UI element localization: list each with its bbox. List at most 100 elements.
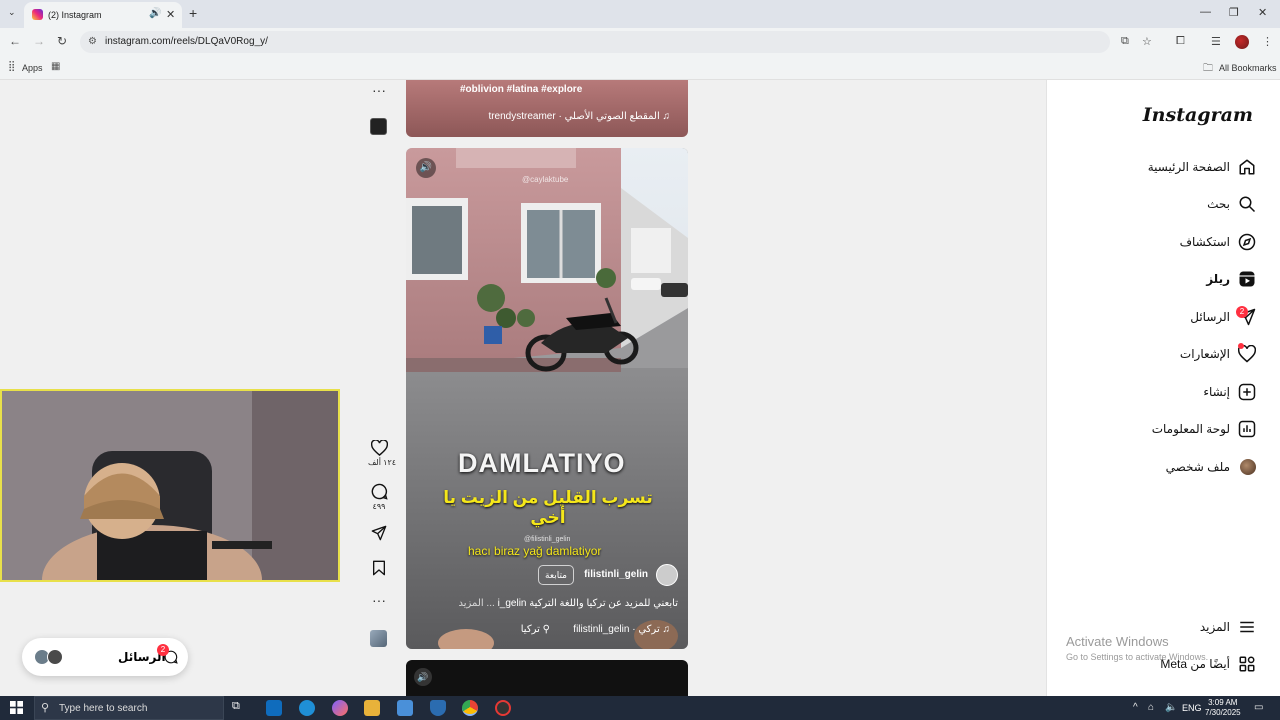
activate-windows-subtitle: Go to Settings to activate Windows. — [1066, 652, 1209, 662]
like-action[interactable]: ١٢٤ ألف — [368, 440, 397, 467]
tab-audio-icon[interactable]: 🔊 — [149, 8, 161, 19]
extensions-icon[interactable]: ⧠ — [1176, 35, 1185, 48]
reel-location[interactable]: ⚲ تركيا — [521, 624, 550, 635]
follow-button[interactable]: متابعة — [538, 565, 574, 585]
bookmark-icon[interactable] — [372, 560, 386, 576]
reading-list-icon[interactable]: ☰ — [1211, 35, 1221, 48]
dashboard-icon — [1238, 420, 1256, 438]
heart-icon[interactable] — [370, 440, 388, 456]
audio-thumbnail[interactable] — [370, 118, 387, 135]
obs-icon[interactable] — [495, 700, 511, 716]
sidebar-item-dashboard[interactable]: لوحة المعلومات — [1056, 418, 1256, 442]
notification-dot — [1238, 343, 1244, 349]
new-tab-button[interactable]: + — [189, 5, 197, 21]
volume-icon[interactable]: 🔈 — [1165, 702, 1177, 713]
sidebar-item-label: المزيد — [1199, 620, 1230, 634]
comment-count: ٤٩٩ — [372, 502, 386, 511]
clock[interactable]: 3:09 AM 7/30/2025 — [1205, 698, 1241, 718]
sidebar-item-messages[interactable]: 2 الرسائل — [1056, 306, 1256, 330]
mute-toggle-icon[interactable]: 🔊 — [416, 158, 436, 178]
clock-date: 7/30/2025 — [1205, 708, 1241, 717]
conversation-avatar — [47, 649, 63, 665]
restore-icon[interactable]: ❐ — [1229, 6, 1239, 19]
instagram-favicon-icon — [32, 9, 43, 20]
bookmark-apps[interactable]: Apps — [22, 63, 43, 73]
webcam-image — [2, 391, 338, 580]
messages-pill[interactable]: الرسائل 2 — [22, 638, 188, 676]
sidebar-item-home[interactable]: الصفحة الرئيسية — [1056, 156, 1256, 180]
video-overlay-title: DAMLATIYO — [458, 448, 626, 478]
reel-next[interactable]: 🔊 — [406, 660, 688, 696]
sidebar-item-profile[interactable]: ملف شخصي — [1056, 456, 1256, 480]
copilot-icon[interactable] — [332, 700, 348, 716]
store-icon[interactable] — [397, 700, 413, 716]
sidebar-item-notifications[interactable]: الإشعارات — [1056, 343, 1256, 367]
url-text[interactable]: instagram.com/reels/DLQaV0Rog_y/ — [105, 36, 268, 47]
tab-instagram[interactable]: (2) Instagram 🔊 ✕ — [24, 2, 182, 28]
chrome-menu-icon[interactable]: ⋮ — [1262, 35, 1273, 48]
edge-icon[interactable] — [299, 700, 315, 716]
tab-close-icon[interactable]: ✕ — [166, 8, 175, 21]
task-view-icon[interactable]: ⧉ — [232, 700, 248, 716]
language-indicator[interactable]: ENG — [1182, 703, 1202, 713]
location-text: تركيا — [520, 624, 540, 635]
back-icon[interactable]: ← — [9, 34, 21, 48]
reel-more-icon[interactable]: ··· — [368, 592, 390, 608]
sidebar-item-label: الإشعارات — [1179, 347, 1230, 361]
bookmarks-bar: ⣿ Apps ▦ 🗀 All Bookmarks — [0, 56, 1280, 80]
mute-toggle-icon[interactable]: 🔊 — [414, 668, 432, 686]
reload-icon[interactable]: ↻ — [57, 34, 67, 48]
home-icon — [1239, 159, 1255, 175]
network-icon[interactable]: ⌂ — [1148, 702, 1154, 713]
profile-avatar — [1240, 459, 1256, 475]
windows-start-icon[interactable] — [10, 701, 23, 714]
apps-grid-icon — [1239, 656, 1255, 672]
author-avatar[interactable] — [656, 564, 678, 586]
site-info-icon[interactable]: ⚙ — [88, 36, 97, 47]
outlook-icon[interactable] — [266, 700, 282, 716]
share-icon[interactable] — [371, 525, 387, 541]
reel-hashtags[interactable]: #oblivion #latina #explore — [460, 84, 582, 95]
sidebar-nav: Instagram الصفحة الرئيسية بحث استكشاف ري… — [1046, 80, 1280, 696]
sidebar-item-create[interactable]: إنشاء — [1056, 381, 1256, 405]
reel-current[interactable]: 🔊 @caylaktube DAMLATIYO تسرب القليل من ا… — [406, 148, 688, 649]
save-action[interactable] — [368, 560, 390, 576]
instagram-logo[interactable]: Instagram — [1143, 104, 1253, 126]
bookmark-star-icon[interactable]: ☆ — [1142, 35, 1152, 48]
defender-icon[interactable] — [430, 700, 446, 716]
address-bar[interactable]: ⚙ instagram.com/reels/DLQaV0Rog_y/ — [80, 31, 1110, 53]
tray-chevron-icon[interactable]: ^ — [1133, 702, 1138, 713]
install-app-icon[interactable]: ⧉ — [1121, 35, 1129, 48]
taskbar-search[interactable]: ⚲ Type here to search — [34, 696, 224, 720]
share-action[interactable] — [368, 525, 390, 541]
comment-action[interactable]: ٤٩٩ — [368, 483, 390, 511]
plus-square-icon — [1238, 383, 1256, 401]
notifications-icon[interactable]: ▭ — [1254, 702, 1263, 713]
audio-thumbnail[interactable] — [370, 630, 387, 647]
window-close-icon[interactable]: ✕ — [1258, 6, 1267, 19]
forward-icon[interactable]: → — [33, 34, 45, 48]
like-count: ١٢٤ ألف — [368, 458, 397, 467]
reel-audio[interactable]: ♫ المقطع الصوتي الأصلي · trendystreamer — [488, 111, 670, 122]
apps-grid-icon[interactable]: ⣿ — [8, 61, 15, 72]
chrome-icon[interactable] — [462, 700, 478, 716]
reel-more-icon[interactable]: ··· — [368, 82, 390, 98]
reel-caption[interactable]: تابعني للمزيد عن تركيا واللغة التركية i_… — [459, 598, 679, 609]
file-explorer-icon[interactable] — [364, 700, 380, 716]
tab-title: (2) Instagram — [48, 10, 102, 20]
tab-search-icon[interactable]: ⌄ — [8, 7, 16, 18]
minimize-icon[interactable]: — — [1200, 6, 1211, 18]
author-username[interactable]: filistinli_gelin — [584, 569, 648, 580]
all-bookmarks[interactable]: All Bookmarks — [1219, 63, 1277, 73]
caption-more-link[interactable]: ... المزيد — [459, 598, 495, 609]
reel-audio[interactable]: ♫ تركي · filistinli_gelin — [573, 624, 670, 635]
sidebar-item-reels[interactable]: ريلز — [1056, 268, 1256, 292]
sidebar-item-explore[interactable]: استكشاف — [1056, 231, 1256, 255]
tab-groups-icon[interactable]: ▦ — [51, 61, 60, 72]
sidebar-item-search[interactable]: بحث — [1056, 193, 1256, 217]
messages-badge: 2 — [157, 644, 169, 656]
chrome-profile-avatar[interactable] — [1235, 35, 1249, 49]
comment-icon[interactable] — [371, 483, 388, 500]
reel-previous[interactable]: #oblivion #latina #explore ♫ المقطع الصو… — [406, 80, 688, 137]
sidebar-item-label: بحث — [1207, 197, 1230, 211]
